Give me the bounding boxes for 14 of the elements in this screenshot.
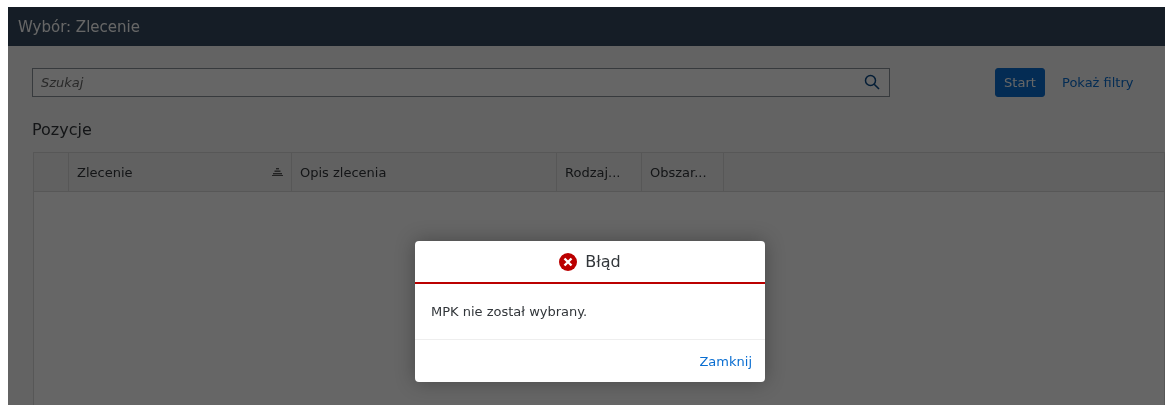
column-header[interactable]: Obszar... bbox=[642, 153, 724, 191]
column-header[interactable]: Zlecenie bbox=[69, 153, 292, 191]
show-filters-link[interactable]: Pokaż filtry bbox=[1062, 75, 1134, 90]
error-message: MPK nie został wybrany. bbox=[415, 284, 765, 340]
dialog-title: Błąd bbox=[585, 252, 621, 271]
column-header[interactable]: Rodzaj... bbox=[557, 153, 642, 191]
window-title: Wybór: Zlecenie bbox=[18, 17, 140, 36]
close-button[interactable]: Zamknij bbox=[694, 349, 757, 373]
start-button[interactable]: Start bbox=[995, 68, 1045, 97]
section-title: Pozycje bbox=[32, 120, 93, 139]
search-field[interactable]: Szukaj bbox=[32, 68, 890, 97]
column-header[interactable]: Opis zlecenia bbox=[292, 153, 557, 191]
error-icon bbox=[559, 252, 578, 271]
search-icon[interactable] bbox=[864, 74, 880, 90]
